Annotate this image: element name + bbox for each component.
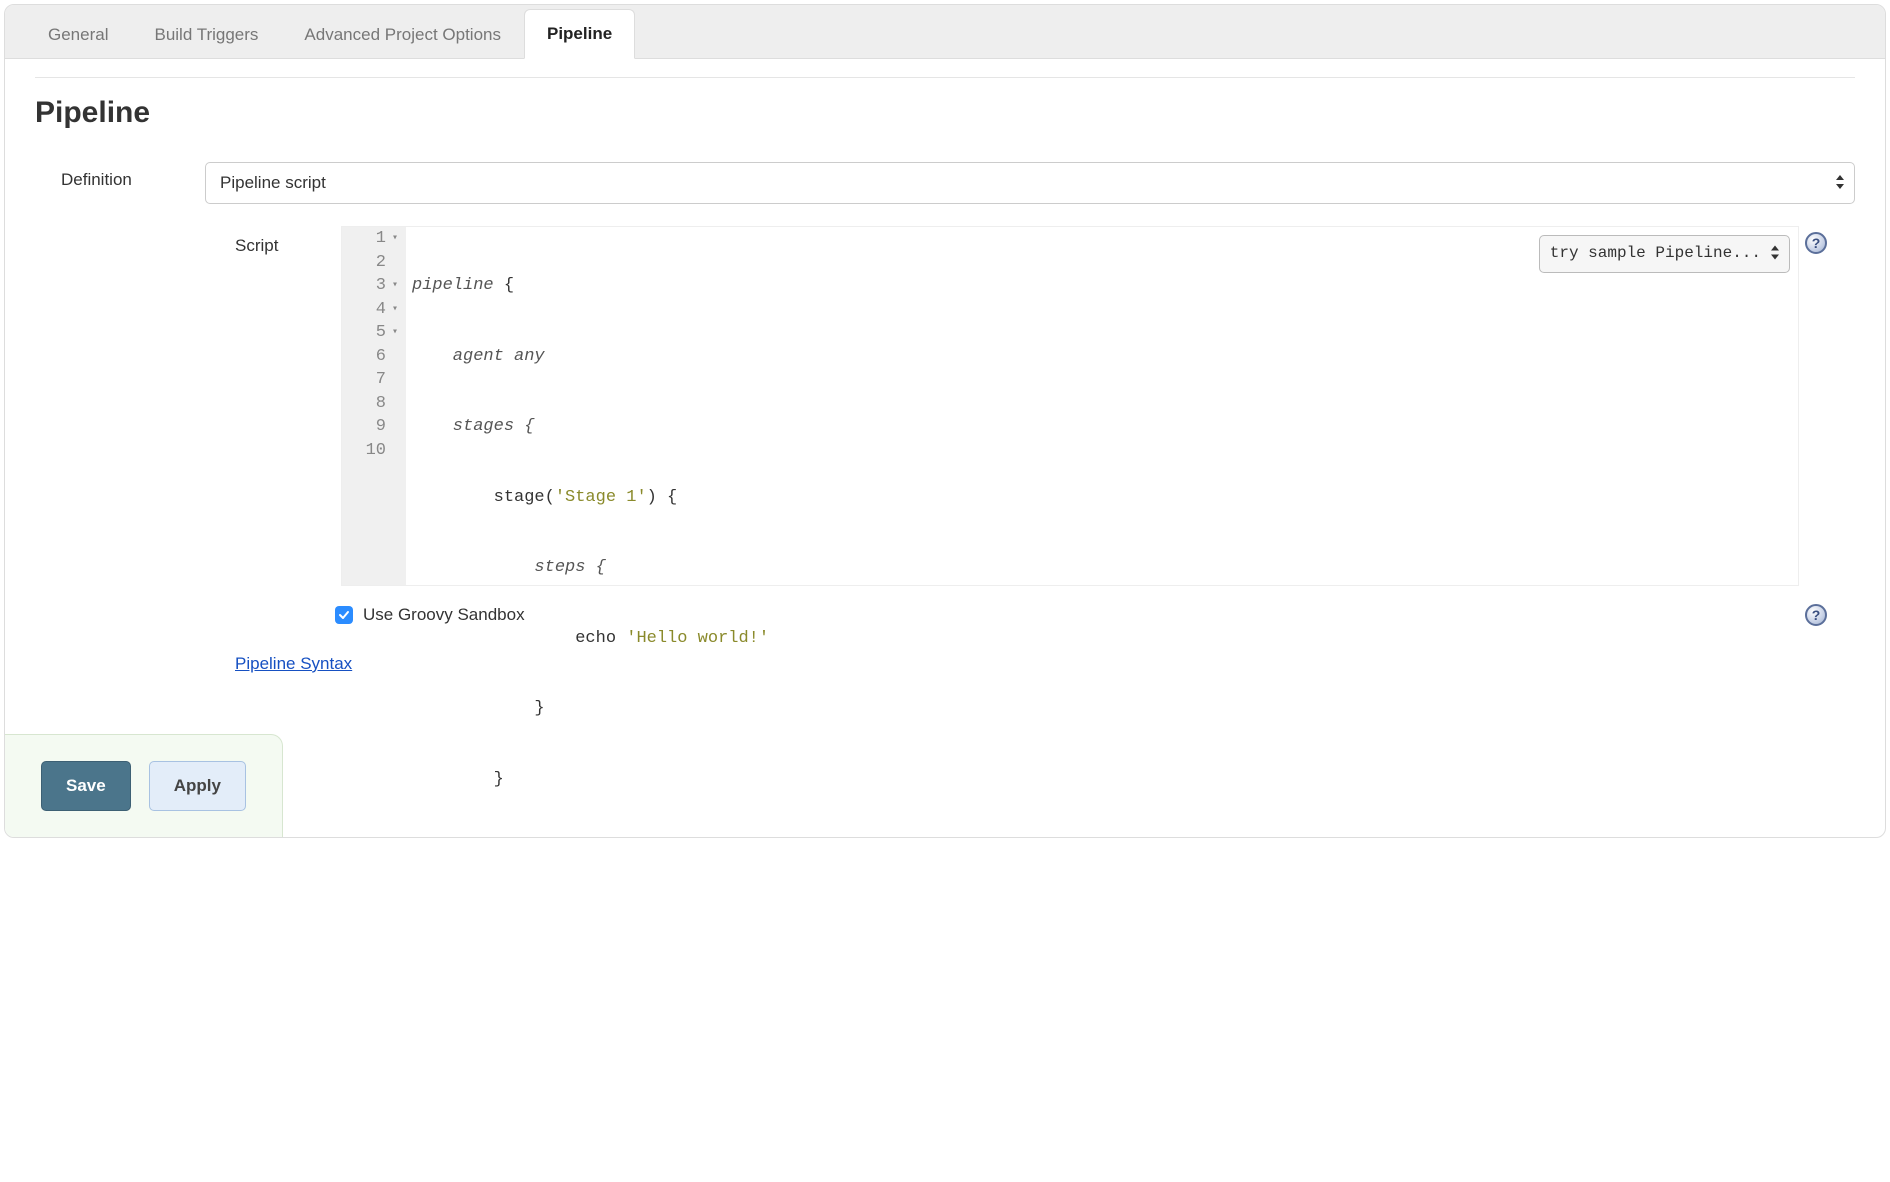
definition-row: Definition Pipeline script — [35, 162, 1855, 204]
tab-general[interactable]: General — [25, 10, 131, 59]
fold-arrow-icon[interactable]: ▾ — [390, 227, 398, 251]
code-area[interactable]: pipeline { agent any stages { stage('Sta… — [406, 227, 1798, 585]
tabs-bar: General Build Triggers Advanced Project … — [5, 5, 1885, 59]
button-bar: Save Apply — [5, 734, 283, 837]
apply-button[interactable]: Apply — [149, 761, 246, 811]
tab-build-triggers[interactable]: Build Triggers — [131, 10, 281, 59]
script-editor[interactable]: try sample Pipeline... 1▾ 2 3▾ 4▾ 5▾ 6 7… — [341, 226, 1799, 586]
help-icon[interactable]: ? — [1805, 604, 1827, 626]
definition-label: Definition — [35, 162, 205, 190]
definition-select[interactable]: Pipeline script — [205, 162, 1855, 204]
script-row: Script try sample Pipeline... 1▾ 2 3▾ 4▾… — [35, 226, 1855, 586]
fold-arrow-icon[interactable]: ▾ — [390, 274, 398, 298]
sample-pipeline-select[interactable]: try sample Pipeline... — [1539, 235, 1790, 273]
tab-pipeline[interactable]: Pipeline — [524, 9, 635, 59]
save-button[interactable]: Save — [41, 761, 131, 811]
fold-arrow-icon[interactable]: ▾ — [390, 321, 398, 345]
pipeline-syntax-link[interactable]: Pipeline Syntax — [235, 654, 352, 673]
fold-arrow-icon[interactable]: ▾ — [390, 298, 398, 322]
tab-advanced-project-options[interactable]: Advanced Project Options — [281, 10, 524, 59]
section-divider — [35, 77, 1855, 78]
script-label: Script — [35, 226, 335, 586]
help-icon[interactable]: ? — [1805, 232, 1827, 254]
page-title: Pipeline — [35, 96, 1855, 130]
editor-gutter: 1▾ 2 3▾ 4▾ 5▾ 6 7 8 9 10 — [342, 227, 406, 585]
sandbox-checkbox[interactable] — [335, 606, 353, 624]
